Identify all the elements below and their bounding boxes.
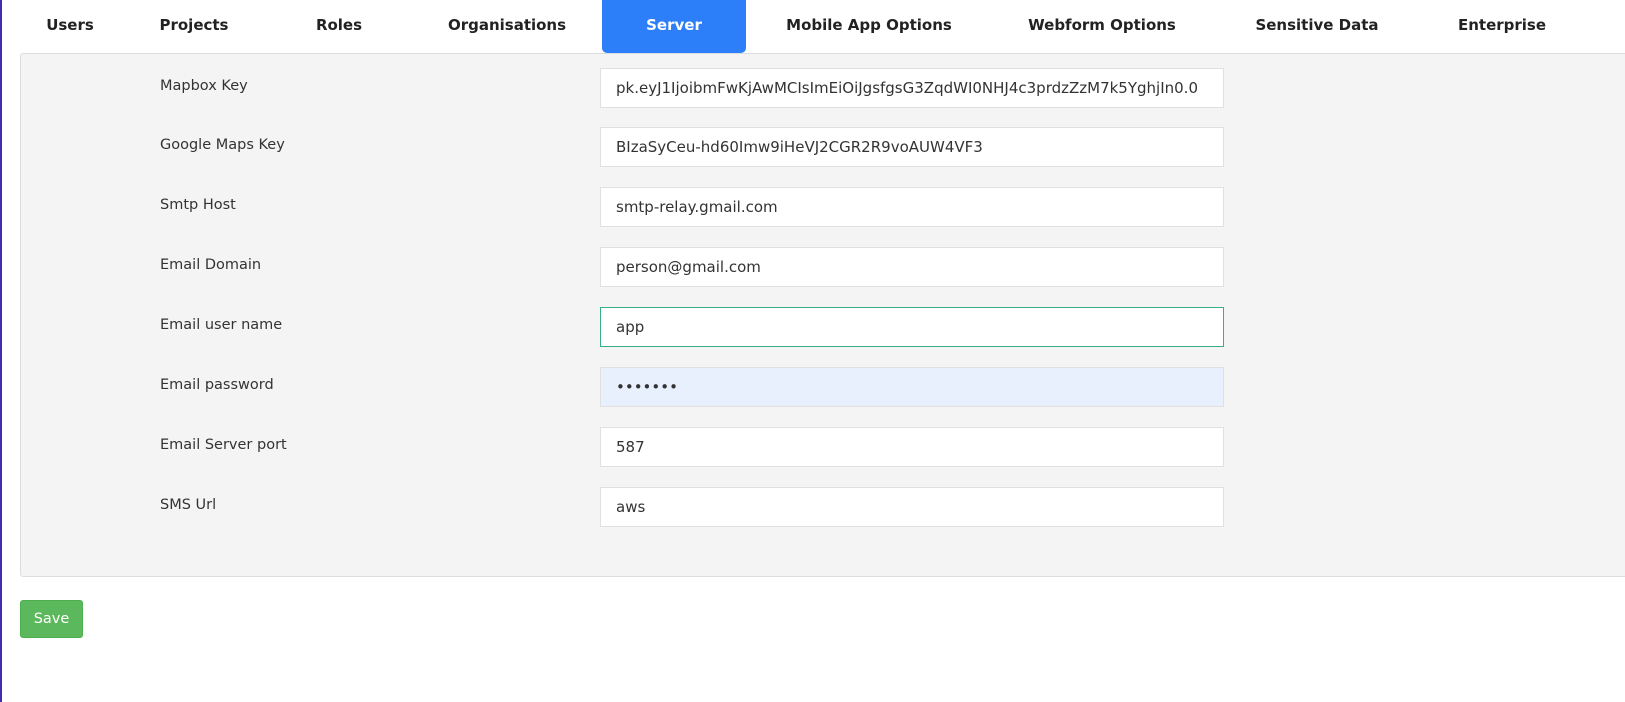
form-row-mapbox-key: Mapbox Key — [21, 68, 1625, 120]
label-google-maps-key: Google Maps Key — [160, 137, 285, 153]
email-password-input[interactable] — [600, 367, 1224, 407]
tab-projects[interactable]: Projects — [142, 0, 246, 53]
google-maps-key-input[interactable] — [600, 127, 1224, 167]
form-row-email-domain: Email Domain — [21, 247, 1625, 299]
form-row-email-user-name: Email user name — [21, 307, 1625, 359]
form-row-email-password: Email password — [21, 367, 1625, 419]
tab-users[interactable]: Users — [32, 0, 108, 53]
tab-enterprise[interactable]: Enterprise — [1447, 0, 1557, 53]
save-button[interactable]: Save — [20, 600, 83, 638]
form-row-smtp-host: Smtp Host — [21, 187, 1625, 239]
label-email-password: Email password — [160, 377, 274, 393]
tab-webform-options[interactable]: Webform Options — [1022, 0, 1182, 53]
smtp-host-input[interactable] — [600, 187, 1224, 227]
server-settings-panel: Mapbox Key Google Maps Key Smtp Host Ema… — [20, 53, 1625, 577]
tab-sensitive-data[interactable]: Sensitive Data — [1247, 0, 1387, 53]
label-email-server-port: Email Server port — [160, 437, 287, 453]
email-user-name-input[interactable] — [600, 307, 1224, 347]
form-row-google-maps-key: Google Maps Key — [21, 127, 1625, 179]
sms-url-input[interactable] — [600, 487, 1224, 527]
label-smtp-host: Smtp Host — [160, 197, 236, 213]
form-row-email-server-port: Email Server port — [21, 427, 1625, 479]
tab-mobile-app-options[interactable]: Mobile App Options — [782, 0, 956, 53]
tab-organisations[interactable]: Organisations — [442, 0, 572, 53]
label-sms-url: SMS Url — [160, 497, 217, 513]
mapbox-key-input[interactable] — [600, 68, 1224, 108]
settings-tabs: Users Projects Roles Organisations Serve… — [2, 0, 1625, 53]
form-row-sms-url: SMS Url — [21, 487, 1625, 539]
tab-roles[interactable]: Roles — [292, 0, 386, 53]
email-domain-input[interactable] — [600, 247, 1224, 287]
label-email-domain: Email Domain — [160, 257, 262, 273]
email-server-port-input[interactable] — [600, 427, 1224, 467]
label-email-user-name: Email user name — [160, 317, 283, 333]
tab-server[interactable]: Server — [602, 0, 746, 53]
label-mapbox-key: Mapbox Key — [160, 78, 248, 94]
